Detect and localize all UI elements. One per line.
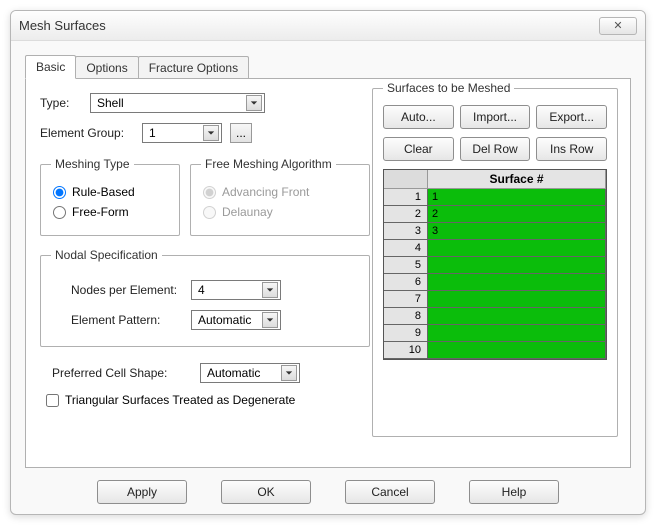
row-index: 8 [384, 308, 428, 325]
tab-row: Basic Options Fracture Options [25, 55, 631, 79]
grid-header-surface: Surface # [428, 170, 606, 189]
element-pattern-label: Element Pattern: [51, 313, 191, 327]
element-group-select[interactable]: 1 [142, 123, 222, 143]
table-row[interactable]: 6 [384, 274, 606, 291]
row-index: 9 [384, 325, 428, 342]
import-button[interactable]: Import... [460, 105, 531, 129]
tab-fracture[interactable]: Fracture Options [138, 56, 249, 79]
element-pattern-select[interactable]: Automatic [191, 310, 281, 330]
bottom-bar: Apply OK Cancel Help [25, 468, 631, 504]
row-value[interactable] [428, 308, 606, 325]
radio-advancing-front [203, 186, 216, 199]
tab-panel-basic: Type: Shell Element Group: 1 ... [25, 78, 631, 468]
cancel-button[interactable]: Cancel [345, 480, 435, 504]
surfaces-panel: Surfaces to be Meshed Auto... Import... … [372, 81, 618, 437]
meshing-type-legend: Meshing Type [51, 157, 134, 171]
row-value[interactable] [428, 291, 606, 308]
chevron-down-icon [262, 312, 278, 328]
dialog-window: Mesh Surfaces ✕ Basic Options Fracture O… [10, 10, 646, 515]
surfaces-grid[interactable]: Surface # 11223345678910 [383, 169, 607, 360]
nodes-per-elem-label: Nodes per Element: [51, 283, 191, 297]
row-index: 4 [384, 240, 428, 257]
nodes-per-elem-value: 4 [198, 283, 205, 297]
nodal-spec-legend: Nodal Specification [51, 248, 162, 262]
radio-delaunay-label: Delaunay [222, 205, 273, 219]
radio-advancing-front-label: Advancing Front [222, 185, 309, 199]
table-row[interactable]: 4 [384, 240, 606, 257]
row-index: 6 [384, 274, 428, 291]
row-index: 10 [384, 342, 428, 359]
chevron-down-icon [262, 282, 278, 298]
element-pattern-value: Automatic [198, 313, 251, 327]
meshing-type-group: Meshing Type Rule-Based Free-Form [40, 157, 180, 236]
radio-delaunay [203, 206, 216, 219]
type-label: Type: [40, 96, 90, 110]
nodal-spec-group: Nodal Specification Nodes per Element: 4… [40, 248, 370, 347]
window-title: Mesh Surfaces [19, 18, 106, 33]
pref-cell-shape-value: Automatic [207, 366, 260, 380]
close-icon: ✕ [613, 19, 622, 32]
row-value[interactable]: 3 [428, 223, 606, 240]
nodes-per-elem-select[interactable]: 4 [191, 280, 281, 300]
chevron-down-icon [246, 95, 262, 111]
element-group-ellipsis-button[interactable]: ... [230, 123, 252, 143]
row-index: 1 [384, 189, 428, 206]
element-group-value: 1 [149, 126, 156, 140]
help-button[interactable]: Help [469, 480, 559, 504]
row-value[interactable] [428, 257, 606, 274]
row-value[interactable] [428, 274, 606, 291]
table-row[interactable]: 7 [384, 291, 606, 308]
table-row[interactable]: 11 [384, 189, 606, 206]
radio-rule-based-label: Rule-Based [72, 185, 135, 199]
table-row[interactable]: 9 [384, 325, 606, 342]
clear-button[interactable]: Clear [383, 137, 454, 161]
export-button[interactable]: Export... [536, 105, 607, 129]
pref-cell-shape-label: Preferred Cell Shape: [40, 366, 200, 380]
delrow-button[interactable]: Del Row [460, 137, 531, 161]
table-row[interactable]: 10 [384, 342, 606, 359]
close-button[interactable]: ✕ [599, 17, 637, 35]
free-meshing-group: Free Meshing Algorithm Advancing Front D… [190, 157, 370, 236]
row-value[interactable]: 1 [428, 189, 606, 206]
radio-free-form[interactable] [53, 206, 66, 219]
table-row[interactable]: 33 [384, 223, 606, 240]
tab-options[interactable]: Options [75, 56, 138, 79]
surfaces-legend: Surfaces to be Meshed [383, 81, 514, 95]
chevron-down-icon [203, 125, 219, 141]
ellipsis-label: ... [236, 126, 246, 140]
surfaces-group: Surfaces to be Meshed Auto... Import... … [372, 81, 618, 437]
table-row[interactable]: 5 [384, 257, 606, 274]
row-index: 3 [384, 223, 428, 240]
radio-free-form-label: Free-Form [72, 205, 129, 219]
triangular-label: Triangular Surfaces Treated as Degenerat… [65, 393, 295, 407]
type-select[interactable]: Shell [90, 93, 265, 113]
free-meshing-legend: Free Meshing Algorithm [201, 157, 336, 171]
auto-button[interactable]: Auto... [383, 105, 454, 129]
table-row[interactable]: 22 [384, 206, 606, 223]
tab-basic[interactable]: Basic [25, 55, 76, 79]
radio-rule-based[interactable] [53, 186, 66, 199]
grid-header-blank [384, 170, 428, 189]
pref-cell-shape-select[interactable]: Automatic [200, 363, 300, 383]
dialog-body: Basic Options Fracture Options Type: She… [11, 41, 645, 514]
chevron-down-icon [281, 365, 297, 381]
insrow-button[interactable]: Ins Row [536, 137, 607, 161]
ok-button[interactable]: OK [221, 480, 311, 504]
row-index: 5 [384, 257, 428, 274]
row-value[interactable] [428, 342, 606, 359]
element-group-label: Element Group: [40, 126, 142, 140]
row-index: 2 [384, 206, 428, 223]
type-value: Shell [97, 96, 124, 110]
apply-button[interactable]: Apply [97, 480, 187, 504]
row-value[interactable] [428, 325, 606, 342]
row-index: 7 [384, 291, 428, 308]
row-value[interactable] [428, 240, 606, 257]
triangular-checkbox[interactable] [46, 394, 59, 407]
titlebar: Mesh Surfaces ✕ [11, 11, 645, 41]
table-row[interactable]: 8 [384, 308, 606, 325]
row-value[interactable]: 2 [428, 206, 606, 223]
